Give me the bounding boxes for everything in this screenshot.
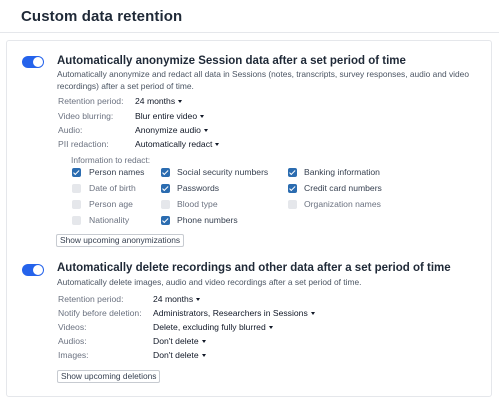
toggle-knob [33,265,43,275]
images-dropdown[interactable]: Don't delete [153,350,206,360]
caret-down-icon [178,100,183,103]
dropdown-value: Administrators, Researchers in Sessions [153,308,308,318]
retention-settings-page: Custom data retention Automatically anon… [0,0,499,410]
dropdown-value: 24 months [135,96,176,106]
notify-before-deletion-label: Notify before deletion: [58,308,142,318]
caret-down-icon [201,340,206,343]
show-upcoming-anonymizations-button[interactable]: Show upcoming anonymizations [56,234,185,247]
checkbox-label: Person names [89,167,145,177]
checkbox-nationality[interactable] [72,216,81,225]
checkbox-label: Banking information [304,167,380,177]
checkbox-label: Blood type [177,199,218,209]
caret-down-icon [200,115,205,118]
anonymize-section-title: Automatically anonymize Session data aft… [57,55,406,67]
checkbox-credit-card-numbers[interactable] [288,184,297,193]
dropdown-value: Delete, excluding fully blurred [153,322,266,332]
videos-label: Videos: [58,322,87,332]
checkbox-person-age[interactable] [72,200,81,209]
pii-redaction-label: PII redaction: [58,139,109,149]
delete-section-title: Automatically delete recordings and othe… [57,262,451,274]
caret-down-icon [310,312,315,315]
video-blurring-label: Video blurring: [58,111,114,121]
dropdown-value: Anonymize audio [135,125,201,135]
retention-period-dropdown[interactable]: 24 months [135,96,183,106]
checkbox-person-names[interactable] [72,168,81,177]
audio-dropdown[interactable]: Anonymize audio [135,125,208,135]
audios-label: Audios: [58,336,87,346]
checkbox-label: Person age [89,199,133,209]
redact-heading: Information to redact: [71,155,151,165]
pii-redaction-dropdown[interactable]: Automatically redact [135,139,220,149]
checkbox-banking-information[interactable] [288,168,297,177]
caret-down-icon [215,143,220,146]
checkbox-social-security-numbers[interactable] [161,168,170,177]
notify-before-deletion-dropdown[interactable]: Administrators, Researchers in Sessions [153,308,315,318]
retention-period-label: Retention period: [58,96,124,106]
page-title: Custom data retention [21,8,183,25]
dropdown-value: Don't delete [153,336,199,346]
caret-down-icon [268,326,273,329]
show-upcoming-deletions-button[interactable]: Show upcoming deletions [57,370,161,383]
delete-toggle[interactable] [22,264,44,276]
video-blurring-dropdown[interactable]: Blur entire video [135,111,205,121]
dropdown-value: Automatically redact [135,139,213,149]
checkbox-label: Date of birth [89,183,136,193]
delete-retention-period-dropdown[interactable]: 24 months [153,294,201,304]
videos-dropdown[interactable]: Delete, excluding fully blurred [153,322,273,332]
checkbox-blood-type[interactable] [161,200,170,209]
checkbox-passwords[interactable] [161,184,170,193]
caret-down-icon [201,354,206,357]
images-label: Images: [58,350,89,360]
checkbox-date-of-birth[interactable] [72,184,81,193]
checkbox-organization-names[interactable] [288,200,297,209]
audios-dropdown[interactable]: Don't delete [153,336,206,346]
checkbox-label: Phone numbers [177,215,238,225]
checkbox-label: Organization names [304,199,381,209]
anonymize-description: Automatically anonymize and redact all d… [57,69,469,91]
checkbox-label: Passwords [177,183,220,193]
caret-down-icon [196,298,201,301]
checkbox-label: Credit card numbers [304,183,382,193]
delete-retention-period-label: Retention period: [58,294,124,304]
anonymize-toggle[interactable] [22,56,44,68]
checkbox-label: Nationality [89,215,130,225]
audio-label: Audio: [58,125,83,135]
checkbox-label: Social security numbers [177,167,269,177]
toggle-knob [33,57,43,67]
checkbox-phone-numbers[interactable] [161,216,170,225]
caret-down-icon [203,129,208,132]
dropdown-value: 24 months [153,294,194,304]
dropdown-value: Don't delete [153,350,199,360]
delete-description: Automatically delete images, audio and v… [57,277,362,287]
dropdown-value: Blur entire video [135,111,198,121]
header-divider [0,32,499,33]
